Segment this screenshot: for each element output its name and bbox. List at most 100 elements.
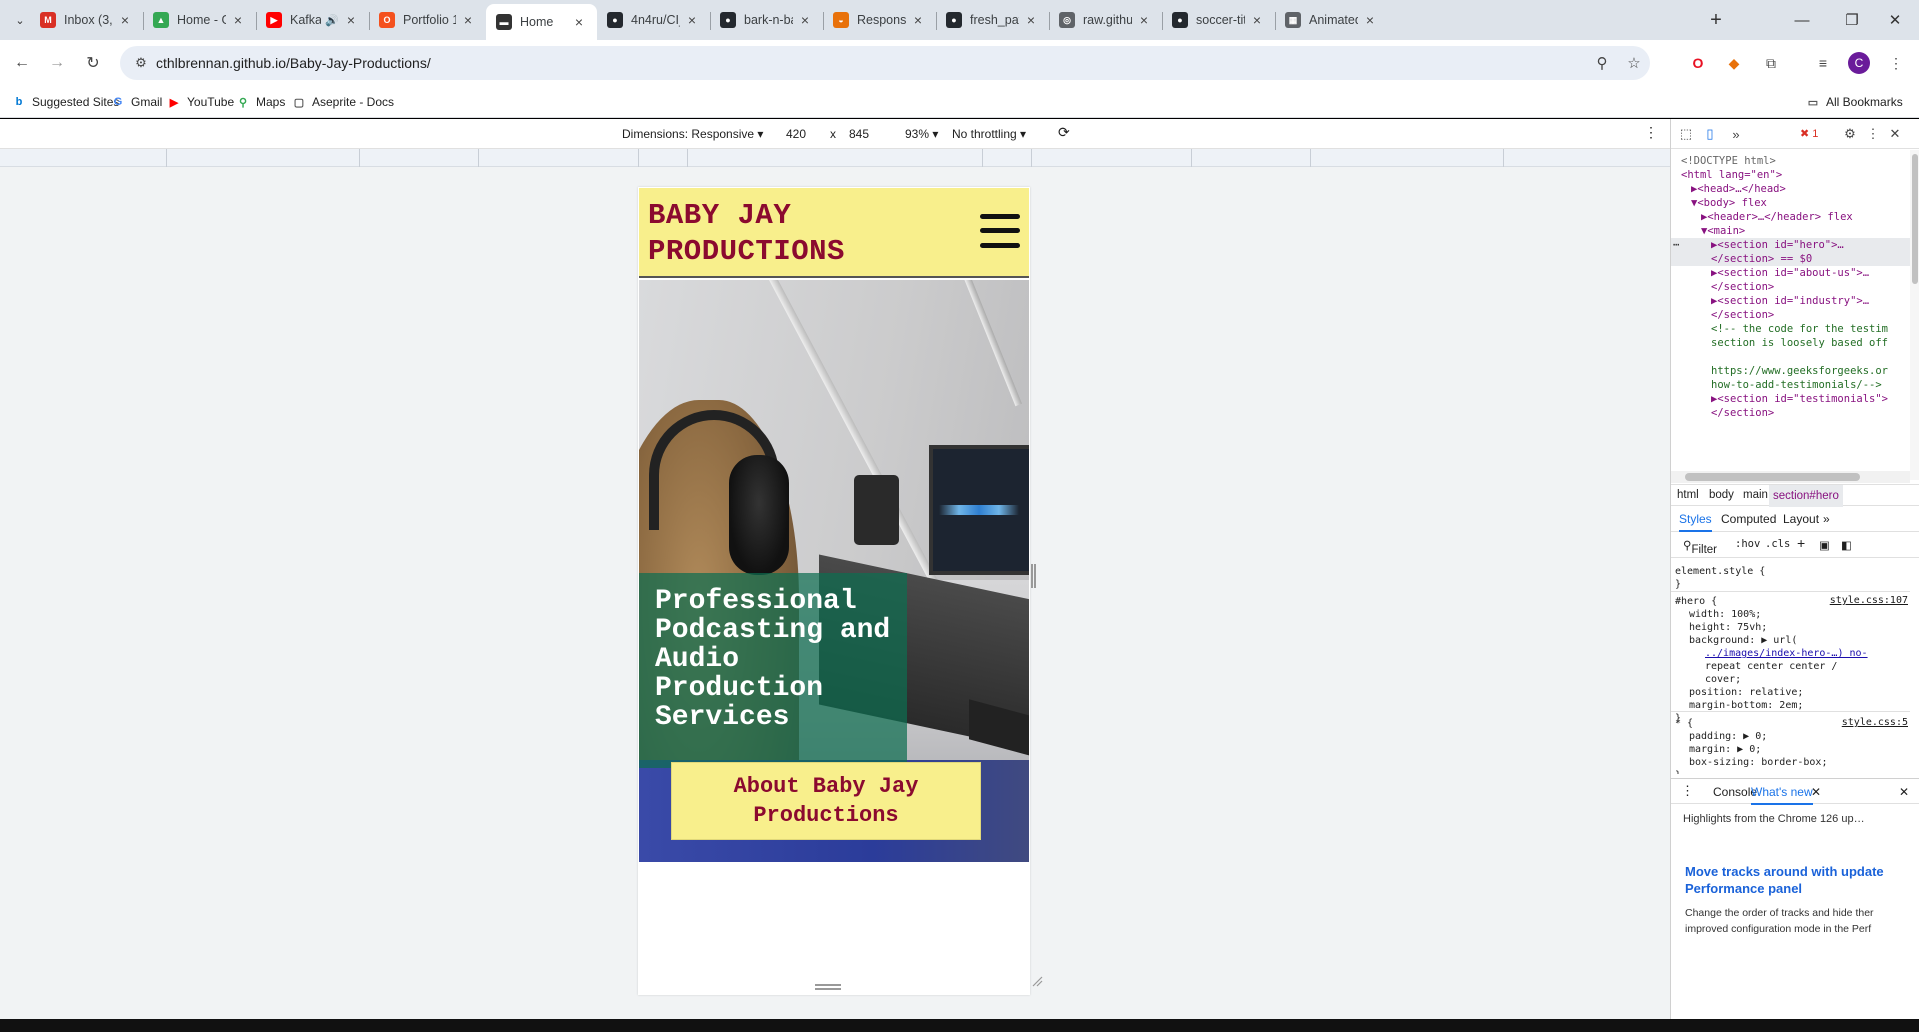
dom-node-line[interactable]: </section> (1671, 308, 1910, 322)
menu-kebab-icon[interactable]: ⋮ (1884, 51, 1908, 75)
browser-tab[interactable]: ▦ Animated G × (1275, 4, 1388, 36)
more-subtabs-icon[interactable]: » (1823, 512, 1830, 526)
browser-tab[interactable]: ● 4n4ru/CI_M × (597, 4, 710, 36)
css-property[interactable]: height: 75vh; (1689, 621, 1767, 634)
site-info-icon[interactable]: ⚙ (126, 55, 156, 71)
sidebar-toggle-icon[interactable]: ◧ (1841, 538, 1852, 552)
opera-icon[interactable]: O (1686, 51, 1710, 75)
height-input[interactable]: 845 (843, 124, 889, 144)
close-tab-icon[interactable]: × (343, 12, 359, 28)
dom-node-line[interactable]: how-to-add-testimonials/--> (1671, 378, 1910, 392)
close-tab-icon[interactable]: × (910, 12, 926, 28)
address-bar[interactable]: ⚙ cthlbrennan.github.io/Baby-Jay-Product… (120, 46, 1650, 80)
metamask-icon[interactable]: ◆ (1722, 51, 1746, 75)
add-rule-icon[interactable]: + (1797, 535, 1805, 551)
dom-node-line[interactable]: <!-- the code for the testim (1671, 322, 1910, 336)
close-tab-icon[interactable]: × (230, 12, 246, 28)
forward-icon[interactable]: → (43, 49, 71, 77)
profile-avatar[interactable]: C (1848, 52, 1870, 74)
bookmark-star-icon[interactable]: ☆ (1618, 54, 1650, 72)
tab-computed[interactable]: Computed (1721, 512, 1776, 526)
close-tab-icon[interactable]: × (1362, 12, 1378, 28)
hero-rule-selector[interactable]: #hero { (1675, 595, 1717, 608)
rotate-icon[interactable]: ⟳ (1058, 124, 1070, 141)
tab-styles[interactable]: Styles (1679, 512, 1712, 532)
close-tab-icon[interactable]: × (684, 12, 700, 28)
bookmark-item[interactable]: ⚲ Maps (236, 92, 285, 112)
browser-tab[interactable]: O Portfolio 1 A × (369, 4, 486, 36)
crumb-section-hero[interactable]: section#hero (1769, 485, 1843, 507)
dom-node-line[interactable]: ▼<main> (1671, 224, 1910, 238)
styles-pane[interactable]: element.style { } #hero { style.css:107 … (1671, 559, 1910, 774)
tab-whats-new[interactable]: What's new (1751, 785, 1813, 805)
element-style-rule[interactable]: element.style { (1675, 565, 1765, 578)
elements-tree[interactable]: <!DOCTYPE html> <html lang="en"> ▶<head>…<… (1671, 150, 1910, 480)
device-menu-icon[interactable]: ⋮ (1644, 124, 1658, 141)
dimensions-dropdown[interactable]: Dimensions: Responsive ▾ (622, 127, 763, 141)
throttling-dropdown[interactable]: No throttling ▾ (952, 127, 1026, 141)
dom-node-line[interactable]: </section> (1671, 280, 1910, 294)
audio-playing-icon[interactable]: 🔊 (325, 14, 339, 27)
about-button[interactable]: About Baby Jay Productions (671, 762, 981, 840)
cls-toggle[interactable]: .cls (1765, 538, 1790, 550)
resize-handle-bottom[interactable] (815, 984, 841, 990)
close-tab-icon[interactable]: × (571, 14, 587, 30)
dom-node-line[interactable]: ▶<section id="about-us">… (1671, 266, 1910, 280)
tab-layout[interactable]: Layout (1783, 512, 1819, 526)
close-drawer-icon[interactable]: ✕ (1899, 785, 1909, 799)
dom-node-line[interactable]: <!DOCTYPE html> (1671, 154, 1910, 168)
close-tab-icon[interactable]: × (1136, 12, 1152, 28)
elements-scrollbar[interactable] (1910, 150, 1919, 480)
settings-gear-icon[interactable]: ⚙ (1841, 125, 1859, 143)
back-icon[interactable]: ← (8, 49, 36, 77)
filter-input[interactable]: ⚲ Filter (1683, 538, 1717, 556)
browser-tab[interactable]: ● soccer-titan × (1162, 4, 1275, 36)
dom-node-line[interactable]: </section> == $0 (1671, 252, 1910, 266)
url-text[interactable]: cthlbrennan.github.io/Baby-Jay-Productio… (156, 55, 1586, 71)
css-property[interactable]: padding: ▶ 0; (1689, 730, 1767, 743)
universal-rule-source[interactable]: style.css:5 (1842, 717, 1908, 728)
browser-tab[interactable]: M Inbox (3,565 × (30, 4, 143, 36)
dom-node-line[interactable]: ▼<body> flex (1671, 196, 1910, 210)
close-devtools-icon[interactable]: ✕ (1886, 125, 1904, 143)
hero-rule-source[interactable]: style.css:107 (1830, 595, 1908, 606)
close-window-icon[interactable]: ✕ (1868, 0, 1919, 40)
universal-rule-selector[interactable]: * { (1675, 717, 1693, 730)
close-tab-icon[interactable]: ✕ (1811, 785, 1821, 799)
css-property[interactable]: cover; (1705, 673, 1741, 686)
node-actions-icon[interactable]: ⋯ (1673, 238, 1679, 252)
css-property[interactable]: width: 100%; (1689, 608, 1761, 621)
css-property[interactable]: background: ▶ url( (1689, 634, 1797, 647)
crumb-main[interactable]: main (1743, 489, 1768, 501)
drawer-menu-icon[interactable]: ⋮ (1681, 783, 1694, 799)
inspect-element-icon[interactable]: ⬚ (1677, 125, 1695, 143)
css-property[interactable]: repeat center center / (1705, 660, 1837, 673)
media-query-bar[interactable] (0, 149, 1670, 167)
browser-tab[interactable]: ◒ Responsive × (823, 4, 936, 36)
crumb-body[interactable]: body (1709, 489, 1734, 501)
elements-hscrollbar[interactable] (1671, 471, 1910, 483)
dom-node-line[interactable]: </section> (1671, 406, 1910, 420)
close-tab-icon[interactable]: × (117, 12, 133, 28)
resize-handle-right[interactable] (1031, 564, 1036, 588)
crumb-html[interactable]: html (1677, 489, 1699, 501)
more-tabs-icon[interactable]: » (1727, 125, 1745, 143)
close-tab-icon[interactable]: × (1023, 12, 1039, 28)
scroll-thumb[interactable] (1912, 154, 1918, 284)
browser-tab[interactable]: ▲ Home - Goo × (143, 4, 256, 36)
scroll-thumb[interactable] (1685, 473, 1860, 481)
dom-node-line[interactable]: https://www.geeksforgeeks.or (1671, 364, 1910, 378)
browser-tab[interactable]: ◎ raw.githubu × (1049, 4, 1162, 36)
dom-node-line[interactable]: ▶<section id="industry">… (1671, 294, 1910, 308)
width-input[interactable]: 420 (780, 124, 826, 144)
css-property[interactable]: margin: ▶ 0; (1689, 743, 1761, 756)
whats-new-title[interactable]: Move tracks around with update Performan… (1685, 863, 1915, 897)
bookmark-item[interactable]: ▢ Aseprite - Docs (292, 92, 394, 112)
browser-tab[interactable]: ● fresh_patch_ × (936, 4, 1049, 36)
close-tab-icon[interactable]: × (1249, 12, 1265, 28)
hamburger-menu-icon[interactable] (980, 214, 1020, 250)
zoom-dropdown[interactable]: 93% ▾ (905, 127, 938, 141)
dom-node-line[interactable]: ▶<head>…</head> (1671, 182, 1910, 196)
browser-tab[interactable]: ● bark-n-bath × (710, 4, 823, 36)
reload-icon[interactable]: ↻ (79, 49, 107, 77)
